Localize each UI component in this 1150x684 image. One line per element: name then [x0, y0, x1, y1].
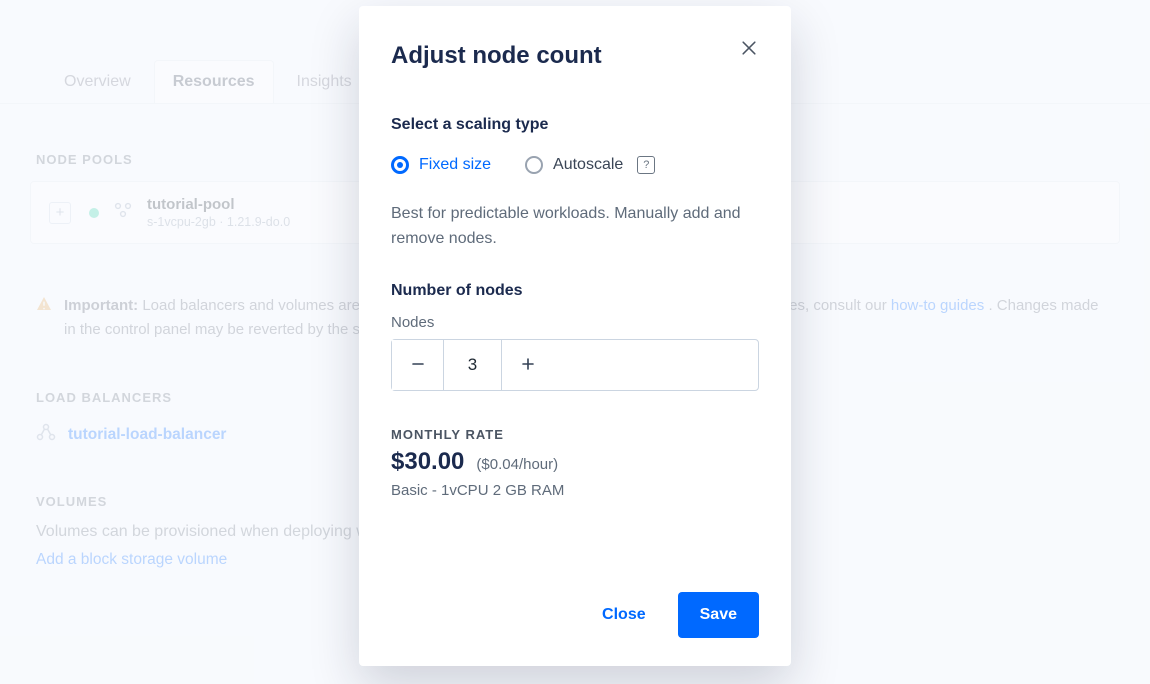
nodes-value: 3	[444, 340, 502, 390]
adjust-node-count-modal: Adjust node count Select a scaling type …	[359, 6, 791, 666]
help-icon[interactable]: ?	[637, 156, 655, 174]
nodes-stepper: 3	[391, 339, 759, 391]
node-spec: Basic - 1vCPU 2 GB RAM	[391, 482, 759, 499]
monthly-rate-label: MONTHLY RATE	[391, 427, 759, 442]
price-amount: $30.00	[391, 448, 464, 476]
price-hourly: ($0.04/hour)	[476, 456, 558, 473]
scaling-type-heading: Select a scaling type	[391, 116, 759, 134]
modal-overlay: Adjust node count Select a scaling type …	[0, 0, 1150, 684]
modal-actions: Close Save	[391, 592, 759, 638]
close-icon[interactable]	[739, 38, 763, 62]
close-button[interactable]: Close	[580, 592, 668, 638]
scaling-type-options: Fixed size Autoscale ?	[391, 156, 759, 174]
nodes-heading: Number of nodes	[391, 282, 759, 300]
nodes-label: Nodes	[391, 314, 759, 331]
radio-selected-icon	[391, 156, 409, 174]
modal-title: Adjust node count	[391, 42, 759, 70]
scaling-hint: Best for predictable workloads. Manually…	[391, 202, 759, 252]
save-button[interactable]: Save	[678, 592, 759, 638]
increment-button[interactable]	[502, 340, 554, 390]
radio-fixed-size[interactable]: Fixed size	[391, 156, 491, 174]
radio-unselected-icon	[525, 156, 543, 174]
decrement-button[interactable]	[392, 340, 444, 390]
radio-autoscale-label: Autoscale	[553, 156, 623, 174]
radio-autoscale[interactable]: Autoscale ?	[525, 156, 655, 174]
radio-fixed-label: Fixed size	[419, 156, 491, 174]
